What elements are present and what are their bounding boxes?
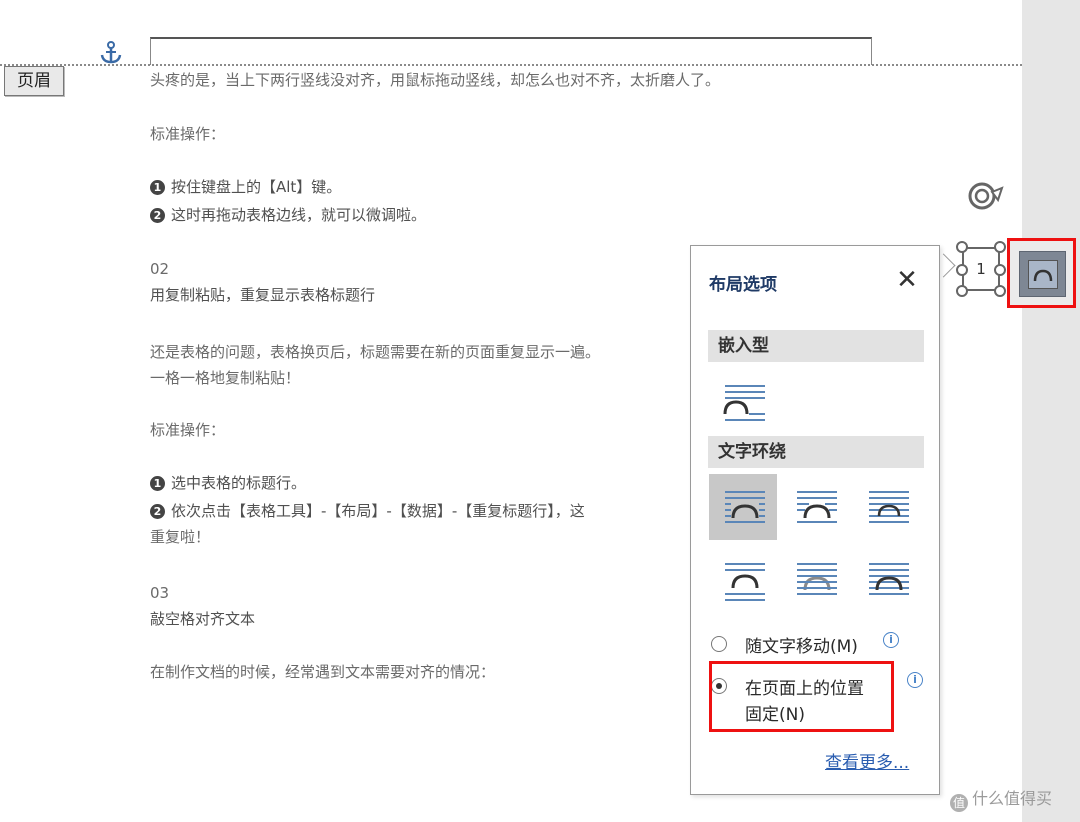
doc-paragraph: 一格一格地复制粘贴！: [150, 369, 301, 387]
tight-wrap-icon: [797, 491, 837, 523]
header-area[interactable]: [150, 37, 872, 65]
doc-list-text: 按住键盘上的【Alt】键。: [171, 178, 342, 196]
through-wrap-icon: [869, 491, 909, 523]
resize-handle[interactable]: [994, 264, 1006, 276]
info-icon[interactable]: i: [883, 632, 899, 648]
resize-handle[interactable]: [956, 285, 968, 297]
doc-paragraph: 标准操作：: [150, 421, 226, 439]
watermark: 值什么值得买: [950, 785, 1052, 812]
resize-handle[interactable]: [994, 285, 1006, 297]
header-label: 页眉: [4, 66, 64, 96]
doc-list-text: 依次点击【表格工具】-【布局】-【数据】-【重复标题行】，这: [171, 502, 585, 520]
doc-paragraph: 重复啦！: [150, 528, 211, 546]
doc-list-item: 1 按住键盘上的【Alt】键。: [150, 177, 341, 197]
wrap-option-tight[interactable]: [781, 474, 849, 540]
radio-button-move[interactable]: [711, 636, 727, 652]
doc-paragraph: 在制作文档的时候，经常遇到文本需要对齐的情况：: [150, 663, 496, 681]
wrap-option-through[interactable]: [853, 474, 921, 540]
header-separator: [0, 64, 1022, 66]
wrap-option-square[interactable]: [709, 474, 777, 540]
doc-section-title: 敲空格对齐文本: [150, 610, 256, 628]
info-icon[interactable]: i: [907, 672, 923, 688]
doc-section-number: 03: [150, 584, 170, 602]
radio-move-label: 随文字移动(M): [745, 637, 858, 657]
wrap-option-inline[interactable]: [709, 368, 777, 434]
wrap-option-in-front[interactable]: [853, 546, 921, 612]
doc-list-item: 2 依次点击【表格工具】-【布局】-【数据】-【重复标题行】，这: [150, 501, 585, 521]
top-bottom-wrap-icon: [725, 563, 765, 601]
wrap-arc-icon: [1033, 269, 1053, 282]
resize-handle[interactable]: [994, 241, 1006, 253]
in-front-of-text-icon: [869, 563, 909, 595]
anchor-icon: [100, 41, 122, 64]
section-inline: 嵌入型: [708, 330, 924, 362]
behind-text-icon: [797, 563, 837, 595]
doc-list-item: 1 选中表格的标题行。: [150, 473, 306, 493]
doc-list-text: 这时再拖动表格边线，就可以微调啦。: [171, 206, 427, 224]
doc-paragraph: 头疼的是，当上下两行竖线没对齐，用鼠标拖动竖线，却怎么也对不齐，太折磨人了。: [150, 71, 721, 89]
bullet-1: 1: [150, 476, 165, 491]
bullet-2: 2: [150, 208, 165, 223]
bullet-2: 2: [150, 504, 165, 519]
bullet-1: 1: [150, 180, 165, 195]
resize-handle[interactable]: [956, 241, 968, 253]
watermark-icon: 值: [950, 794, 968, 812]
watermark-text: 什么值得买: [972, 789, 1053, 808]
square-wrap-icon: [725, 491, 765, 523]
doc-section-number: 02: [150, 260, 170, 278]
rotate-icon[interactable]: [962, 178, 1006, 216]
doc-list-text: 选中表格的标题行。: [171, 474, 307, 492]
page-margin: [1022, 0, 1080, 822]
doc-section-title: 用复制粘贴，重复显示表格标题行: [150, 286, 376, 304]
see-more-link[interactable]: 查看更多...: [825, 748, 909, 773]
layout-options-icon: [1019, 251, 1066, 297]
highlight-box: [709, 661, 894, 732]
page-number-value: 1: [976, 260, 986, 278]
doc-list-item: 2 这时再拖动表格边线，就可以微调啦。: [150, 205, 426, 225]
resize-handle[interactable]: [956, 264, 968, 276]
layout-options-button[interactable]: [1007, 238, 1076, 308]
popup-title: 布局选项: [709, 275, 777, 295]
wrap-option-behind-text[interactable]: [781, 546, 849, 612]
wrap-option-top-bottom[interactable]: [709, 546, 777, 612]
close-icon[interactable]: ✕: [894, 267, 920, 294]
section-wrap: 文字环绕: [708, 436, 924, 468]
doc-paragraph: 还是表格的问题，表格换页后，标题需要在新的页面重复显示一遍。: [150, 343, 601, 361]
inline-icon: [723, 385, 765, 421]
doc-paragraph: 标准操作：: [150, 125, 226, 143]
